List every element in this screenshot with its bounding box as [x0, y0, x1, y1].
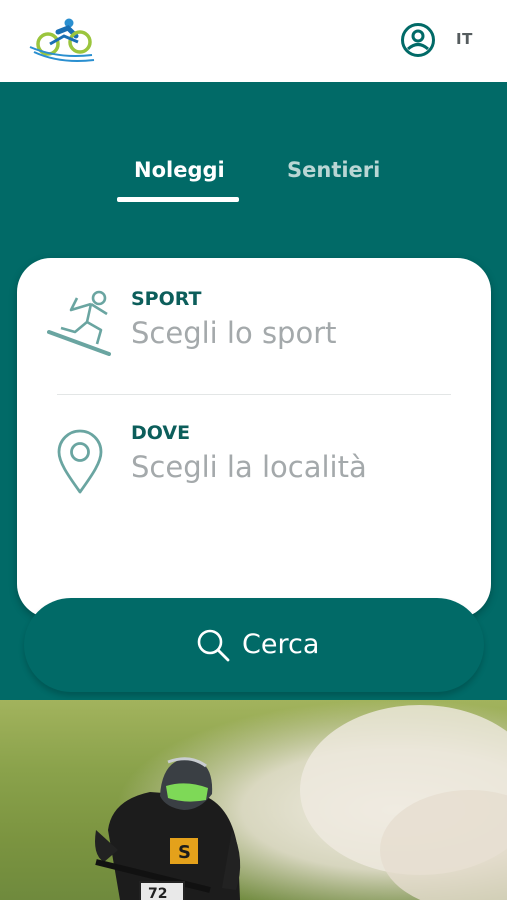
search-hero: Noleggi Sentieri SPORT Scegli lo sport D… [0, 82, 507, 700]
cyclist-logo-icon[interactable] [28, 14, 96, 66]
search-button[interactable]: Cerca [24, 598, 484, 692]
location-pin-icon [57, 429, 103, 494]
svg-text:S: S [178, 842, 191, 863]
app-header: IT [0, 0, 507, 82]
tab-noleggi[interactable]: Noleggi [134, 158, 225, 182]
snowboarder-icon [47, 290, 111, 356]
photo-illustration: S 72 [0, 700, 507, 900]
dove-placeholder: Scegli la località [131, 450, 367, 484]
sport-label: SPORT [131, 288, 202, 310]
svg-text:72: 72 [148, 886, 167, 900]
search-button-label: Cerca [242, 629, 320, 660]
active-tab-indicator [117, 197, 239, 202]
field-divider [57, 394, 451, 395]
language-switch[interactable]: IT [456, 30, 473, 48]
search-icon [197, 629, 230, 662]
location-selector[interactable]: DOVE Scegli la località [17, 422, 491, 512]
mountain-biker-photo: S 72 [0, 700, 507, 900]
tab-sentieri[interactable]: Sentieri [287, 158, 380, 182]
search-card: SPORT Scegli lo sport DOVE Scegli la loc… [17, 258, 491, 618]
dove-label: DOVE [131, 422, 191, 444]
sport-selector[interactable]: SPORT Scegli lo sport [17, 280, 491, 380]
user-circle-icon[interactable] [400, 22, 436, 58]
sport-placeholder: Scegli lo sport [131, 316, 337, 350]
